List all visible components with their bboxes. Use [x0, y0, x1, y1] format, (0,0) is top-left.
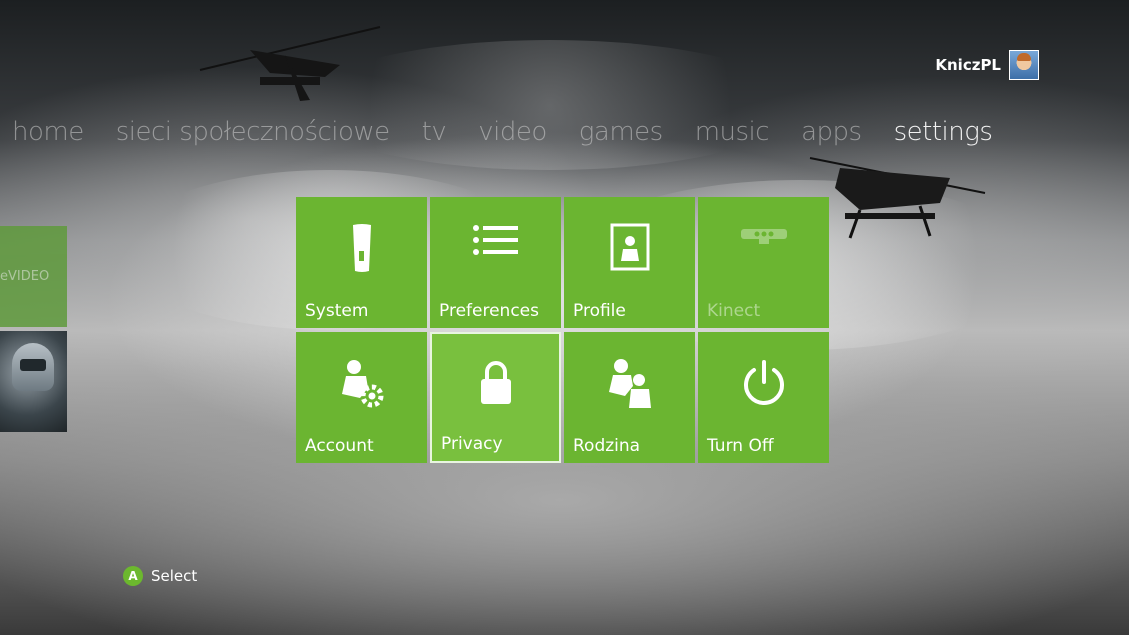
list-icon	[430, 223, 561, 257]
tile-label: Account	[305, 436, 374, 456]
helicopter-silhouette	[199, 26, 381, 101]
side-tile-label: eVIDEO	[0, 269, 50, 284]
profile-icon	[564, 223, 695, 271]
username: KniczPL	[935, 56, 1001, 74]
lock-icon	[432, 360, 559, 406]
tile-label: Preferences	[439, 301, 539, 321]
tile-preferences[interactable]: Preferences	[430, 197, 561, 328]
nav-item-apps[interactable]: apps	[801, 117, 862, 147]
main-navigation: home sieci społecznościowe tv video games mus…	[12, 117, 993, 147]
nav-item-tv[interactable]: tv	[422, 117, 447, 147]
tile-label: Profile	[573, 301, 626, 321]
settings-grid: System Preferences Profile Kinect Account Pri…	[296, 197, 830, 463]
nav-item-music[interactable]: music	[695, 117, 770, 147]
avatar-icon	[1009, 50, 1039, 80]
tile-account[interactable]: Account	[296, 332, 427, 463]
tile-profile[interactable]: Profile	[564, 197, 695, 328]
nav-item-sieci[interactable]: sieci społecznościowe	[116, 117, 390, 147]
nav-item-games[interactable]: games	[579, 117, 663, 147]
tile-kinect: Kinect	[698, 197, 829, 328]
helmet-icon	[12, 343, 54, 391]
tile-rodzina[interactable]: Rodzina	[564, 332, 695, 463]
family-icon	[564, 358, 695, 410]
tile-turn-off[interactable]: Turn Off	[698, 332, 829, 463]
tile-label: Rodzina	[573, 436, 641, 456]
user-profile[interactable]: KniczPL	[935, 50, 1039, 80]
account-gear-icon	[296, 358, 427, 410]
tile-privacy[interactable]: Privacy	[430, 332, 561, 463]
a-button-icon: A	[123, 566, 143, 586]
select-hint: A Select	[123, 566, 197, 586]
side-tile-game[interactable]	[0, 331, 67, 432]
tile-label: Turn Off	[707, 436, 774, 456]
tile-label: Privacy	[441, 434, 503, 454]
kinect-icon	[698, 223, 829, 247]
power-icon	[698, 358, 829, 406]
tile-label: Kinect	[707, 301, 761, 321]
nav-item-settings[interactable]: settings	[894, 117, 993, 147]
tile-label: System	[305, 301, 369, 321]
console-icon	[296, 223, 427, 273]
tile-system[interactable]: System	[296, 197, 427, 328]
nav-item-video[interactable]: video	[478, 117, 547, 147]
side-tile-video[interactable]: eVIDEO	[0, 226, 67, 327]
nav-item-home[interactable]: home	[12, 117, 84, 147]
select-hint-label: Select	[151, 567, 198, 585]
